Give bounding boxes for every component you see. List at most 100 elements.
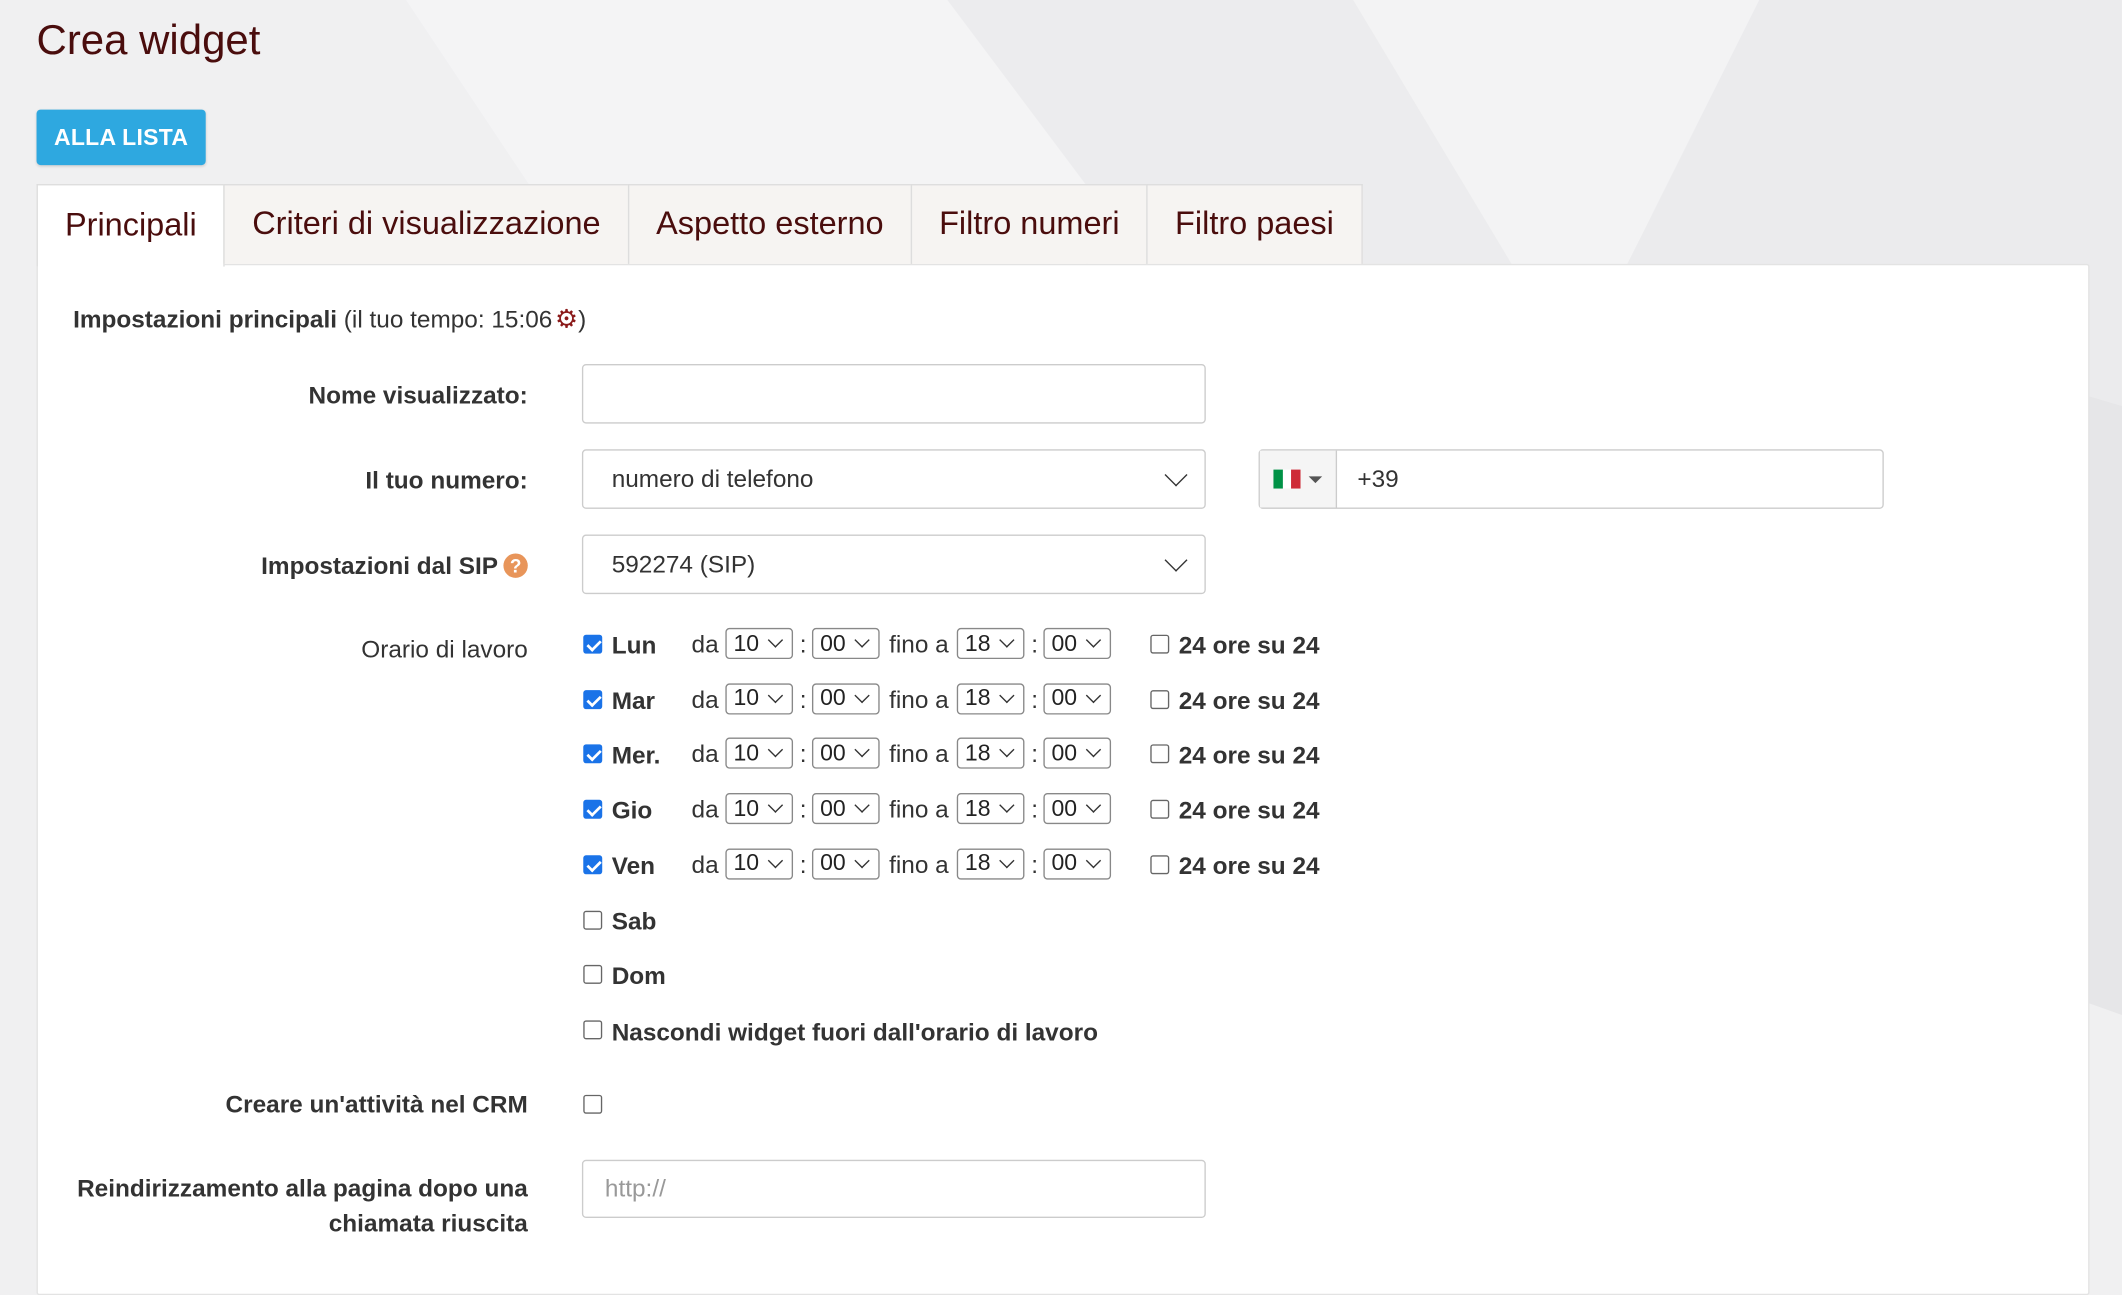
chevron-down-icon	[854, 852, 870, 869]
chevron-down-icon	[854, 632, 870, 648]
day-label: Mer.	[611, 742, 661, 770]
allday-label: 24 ore su 24	[1178, 687, 1320, 715]
from-minute-select[interactable]: 00	[811, 682, 880, 715]
time-separator: :	[1031, 795, 1039, 823]
section-title-bold: Impostazioni principali	[73, 305, 338, 333]
from-label: da	[691, 795, 719, 823]
time-separator: :	[799, 740, 807, 768]
allday-checkbox[interactable]	[1150, 689, 1170, 709]
from-hour-select[interactable]: 10	[725, 793, 794, 825]
allday-label: 24 ore su 24	[1178, 742, 1320, 770]
from-minute-select[interactable]: 00	[811, 627, 880, 660]
tab-filtro-numeri[interactable]: Filtro numeri	[910, 184, 1148, 264]
day-checkbox[interactable]	[583, 744, 603, 764]
from-hour-select[interactable]: 10	[725, 848, 794, 880]
page-title: Crea widget	[36, 16, 261, 64]
sip-label: Impostazioni dal SIP?	[261, 548, 528, 583]
to-minute-select[interactable]: 00	[1043, 627, 1112, 660]
from-minute-select[interactable]: 00	[811, 793, 880, 825]
to-hour-value: 18	[964, 629, 991, 656]
from-hour-select[interactable]: 10	[725, 627, 794, 660]
from-hour-value: 10	[733, 740, 760, 766]
phone-number-input[interactable]: +39	[1337, 451, 1882, 508]
redirect-url-input[interactable]: http://	[581, 1159, 1206, 1218]
chevron-down-icon	[999, 852, 1015, 869]
day-checkbox[interactable]	[583, 855, 603, 874]
allday-label: 24 ore su 24	[1178, 797, 1320, 825]
day-label: Dom	[611, 962, 666, 990]
from-minute-select[interactable]: 00	[811, 848, 880, 880]
chevron-down-icon	[1164, 463, 1188, 487]
time-separator: :	[799, 850, 807, 879]
from-hour-select[interactable]: 10	[725, 738, 794, 770]
from-minute-select[interactable]: 00	[811, 738, 880, 770]
working-hours-label: Orario di lavoro	[361, 636, 528, 664]
crm-label: Creare un'attività nel CRM	[225, 1090, 528, 1118]
number-type-select[interactable]: numero di telefono	[581, 449, 1206, 509]
chevron-down-icon	[767, 797, 784, 813]
local-time-text: (il tuo tempo: 15:06	[343, 305, 553, 333]
hide-outside-hours-checkbox[interactable]	[583, 1020, 603, 1040]
chevron-down-icon	[999, 742, 1015, 758]
crm-checkbox[interactable]	[583, 1094, 603, 1114]
from-hour-select[interactable]: 10	[725, 682, 794, 715]
tab-aspetto-esterno[interactable]: Aspetto esterno	[627, 184, 913, 264]
time-separator: :	[799, 630, 807, 658]
tab-filtro-paesi[interactable]: Filtro paesi	[1146, 184, 1363, 264]
day-checkbox[interactable]	[583, 634, 603, 654]
time-separator: :	[799, 685, 807, 713]
to-hour-select[interactable]: 18	[956, 627, 1025, 660]
tab-criteri-visualizzazione[interactable]: Criteri di visualizzazione	[223, 184, 630, 264]
main-panel: Impostazioni principali (il tuo tempo: 1…	[36, 263, 2090, 1295]
gear-icon[interactable]: ⚙	[555, 304, 578, 335]
from-minute-value: 00	[820, 629, 846, 656]
allday-checkbox[interactable]	[1150, 799, 1170, 819]
chevron-down-icon	[999, 797, 1015, 813]
sip-select[interactable]: 592274 (SIP)	[581, 534, 1206, 595]
to-hour-select[interactable]: 18	[956, 848, 1025, 880]
redirect-url-placeholder: http://	[604, 1174, 666, 1202]
help-icon[interactable]: ?	[503, 553, 528, 578]
tab-principali[interactable]: Principali	[36, 184, 226, 267]
chevron-down-icon	[767, 632, 784, 648]
to-hour-select[interactable]: 18	[956, 682, 1025, 715]
time-separator: :	[1031, 630, 1039, 658]
to-hour-select[interactable]: 18	[956, 793, 1025, 825]
local-time-close: )	[578, 305, 587, 333]
to-minute-value: 00	[1051, 795, 1078, 821]
country-select-button[interactable]	[1259, 450, 1338, 508]
allday-checkbox[interactable]	[1150, 634, 1170, 654]
back-to-list-button[interactable]: ALLA LISTA	[36, 109, 206, 166]
allday-label: 24 ore su 24	[1178, 852, 1320, 880]
from-label: da	[691, 740, 719, 768]
allday-checkbox[interactable]	[1150, 744, 1170, 764]
viewport: Crea widget ALLA LISTA Principali Criter…	[0, 0, 2122, 1295]
allday-checkbox[interactable]	[1150, 855, 1170, 874]
to-minute-value: 00	[1051, 740, 1078, 766]
display-name-input[interactable]	[581, 364, 1206, 424]
day-label: Gio	[611, 797, 653, 825]
chevron-down-icon	[1085, 742, 1102, 758]
sip-select-value: 592274 (SIP)	[611, 550, 756, 578]
day-label: Mar	[611, 687, 656, 715]
from-label: da	[691, 630, 719, 658]
sip-label-text: Impostazioni dal SIP	[261, 552, 499, 580]
from-label: da	[691, 685, 719, 713]
day-checkbox[interactable]	[583, 965, 603, 985]
to-minute-select[interactable]: 00	[1043, 682, 1112, 715]
to-minute-select[interactable]: 00	[1043, 793, 1112, 825]
to-hour-select[interactable]: 18	[956, 738, 1025, 770]
day-label: Sab	[611, 907, 657, 935]
day-checkbox[interactable]	[583, 799, 603, 819]
to-hour-value: 18	[964, 740, 991, 766]
to-minute-value: 00	[1051, 850, 1078, 876]
to-minute-value: 00	[1051, 685, 1078, 711]
chevron-down-icon	[1085, 797, 1102, 813]
day-checkbox[interactable]	[583, 910, 603, 930]
day-checkbox[interactable]	[583, 689, 603, 709]
chevron-down-icon	[767, 742, 784, 758]
to-minute-select[interactable]: 00	[1043, 738, 1112, 770]
from-hour-value: 10	[733, 629, 760, 656]
to-minute-select[interactable]: 00	[1043, 848, 1112, 880]
to-hour-value: 18	[964, 850, 991, 876]
